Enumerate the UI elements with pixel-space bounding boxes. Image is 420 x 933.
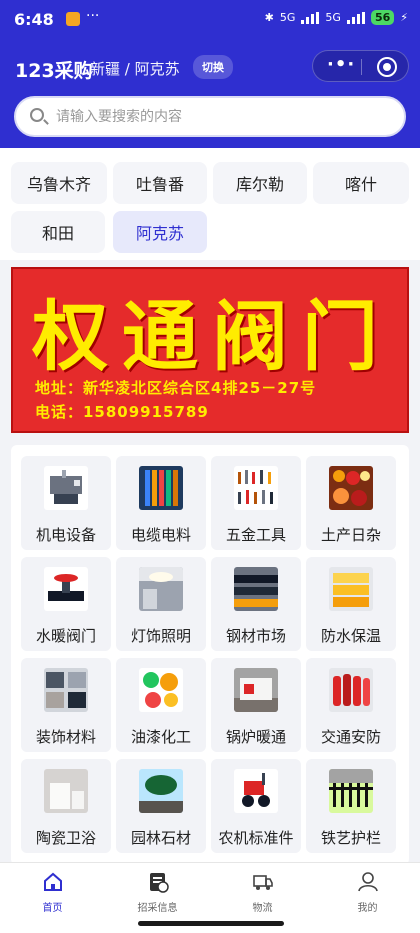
boiler-icon <box>234 668 278 712</box>
home-icon <box>42 871 64 893</box>
category-label: 交通安防 <box>320 728 381 746</box>
tab-procurement[interactable]: 招采信息 <box>105 871 210 921</box>
category-item[interactable]: 农机标准件 <box>211 759 301 853</box>
fence-icon <box>329 769 373 813</box>
banner-address: 地址：新华凌北区综合区4排25－27号 <box>35 379 317 397</box>
tools-icon <box>234 466 278 510</box>
search-icon <box>30 108 44 122</box>
network-label-a: 5G <box>279 11 296 24</box>
category-item[interactable]: 交通安防 <box>306 658 396 752</box>
status-time: 6:48 <box>14 10 54 29</box>
category-label: 陶瓷卫浴 <box>35 829 96 847</box>
city-chip-urumqi[interactable]: 乌鲁木齐 <box>11 162 107 204</box>
category-label: 装饰材料 <box>35 728 96 746</box>
city-chip-turpan[interactable]: 吐鲁番 <box>113 162 207 204</box>
machine-icon <box>44 466 88 510</box>
switch-city-button[interactable]: 切换 <box>193 55 233 79</box>
more-options-icon[interactable]: ·•· <box>327 54 355 75</box>
category-label: 灯饰照明 <box>130 627 191 645</box>
category-item[interactable]: 陶瓷卫浴 <box>21 759 111 853</box>
title-bar: 123采购 新疆 / 阿克苏 切换 ·•· <box>0 48 420 88</box>
header-area: 6:48 ··· ✱ 5G 5G 56 ⚡ 123采购 新疆 / 阿克苏 切换 … <box>0 0 420 148</box>
category-label: 锅炉暖通 <box>225 728 286 746</box>
garden-icon <box>139 769 183 813</box>
search-input[interactable] <box>56 106 386 128</box>
tab-label: 首页 <box>42 903 63 914</box>
tab-logistics[interactable]: 物流 <box>210 871 315 921</box>
city-chip-hotan[interactable]: 和田 <box>11 211 105 253</box>
close-miniprogram-icon[interactable] <box>377 57 397 77</box>
brand-title: 123采购 <box>15 60 93 82</box>
category-item[interactable]: 电缆电料 <box>116 456 206 550</box>
category-label: 铁艺护栏 <box>320 829 381 847</box>
charging-icon: ⚡ <box>400 11 408 24</box>
category-label: 园林石材 <box>130 829 191 847</box>
current-location: 新疆 / 阿克苏 <box>90 60 180 78</box>
category-label: 农机标准件 <box>218 829 294 847</box>
category-item[interactable]: 五金工具 <box>211 456 301 550</box>
tab-label: 物流 <box>252 903 273 914</box>
steel-icon <box>234 567 278 611</box>
banner-phone: 电话：15809915789 <box>35 403 209 421</box>
status-more-dots: ··· <box>86 8 100 24</box>
truck-icon <box>252 871 274 893</box>
category-item[interactable]: 钢材市场 <box>211 557 301 651</box>
category-label: 钢材市场 <box>225 627 286 645</box>
bluetooth-icon: ✱ <box>264 11 274 24</box>
document-icon <box>147 871 169 893</box>
category-label: 机电设备 <box>35 526 96 544</box>
signal-icon <box>301 11 320 24</box>
category-item[interactable]: 土产日杂 <box>306 456 396 550</box>
safety-icon <box>329 668 373 712</box>
category-label: 油漆化工 <box>130 728 191 746</box>
category-item[interactable]: 园林石材 <box>116 759 206 853</box>
category-label: 土产日杂 <box>320 526 381 544</box>
bathroom-icon <box>44 769 88 813</box>
tab-label: 招采信息 <box>137 903 178 914</box>
city-chip-kashgar[interactable]: 喀什 <box>313 162 409 204</box>
home-indicator <box>138 921 284 926</box>
valve-icon <box>44 567 88 611</box>
decoration-icon <box>44 668 88 712</box>
lamp-icon <box>139 567 183 611</box>
category-grid: 机电设备 电缆电料 五金工具 土产日杂 水暖阀门 灯饰照明 钢材市场 防水保温 … <box>11 445 409 865</box>
category-item[interactable]: 油漆化工 <box>116 658 206 752</box>
search-bar[interactable] <box>14 96 406 137</box>
category-item[interactable]: 机电设备 <box>21 456 111 550</box>
category-item[interactable]: 灯饰照明 <box>116 557 206 651</box>
farm-machine-icon <box>234 769 278 813</box>
category-item[interactable]: 锅炉暖通 <box>211 658 301 752</box>
category-item[interactable]: 装饰材料 <box>21 658 111 752</box>
paint-icon <box>139 668 183 712</box>
category-label: 防水保温 <box>320 627 381 645</box>
miniprogram-capsule: ·•· <box>312 50 409 82</box>
tab-home[interactable]: 首页 <box>0 871 105 921</box>
capsule-divider <box>361 59 362 75</box>
city-selector: 乌鲁木齐 吐鲁番 库尔勒 喀什 和田 阿克苏 <box>0 148 420 260</box>
category-item[interactable]: 水暖阀门 <box>21 557 111 651</box>
signal-icon-2 <box>346 11 365 24</box>
insulation-icon <box>329 567 373 611</box>
city-chip-aksu[interactable]: 阿克苏 <box>113 211 207 253</box>
category-label: 水暖阀门 <box>35 627 96 645</box>
category-label: 五金工具 <box>225 526 286 544</box>
status-right: ✱ 5G 5G 56 ⚡ <box>265 10 408 25</box>
cable-icon <box>139 466 183 510</box>
category-label: 电缆电料 <box>130 526 191 544</box>
sundries-icon <box>329 466 373 510</box>
tab-label: 我的 <box>357 903 378 914</box>
category-item[interactable]: 防水保温 <box>306 557 396 651</box>
notification-app-icon <box>66 12 80 26</box>
network-label-b: 5G <box>325 11 341 24</box>
ad-banner[interactable]: 权通阀门 地址：新华凌北区综合区4排25－27号 电话：15809915789 <box>11 267 409 433</box>
category-item[interactable]: 铁艺护栏 <box>306 759 396 853</box>
city-chip-korla[interactable]: 库尔勒 <box>213 162 307 204</box>
banner-title: 权通阀门 <box>32 292 392 381</box>
tab-mine[interactable]: 我的 <box>315 871 420 921</box>
status-bar: 6:48 ··· ✱ 5G 5G 56 ⚡ <box>0 0 420 40</box>
battery-level: 56 <box>370 10 395 25</box>
user-icon <box>357 871 379 893</box>
